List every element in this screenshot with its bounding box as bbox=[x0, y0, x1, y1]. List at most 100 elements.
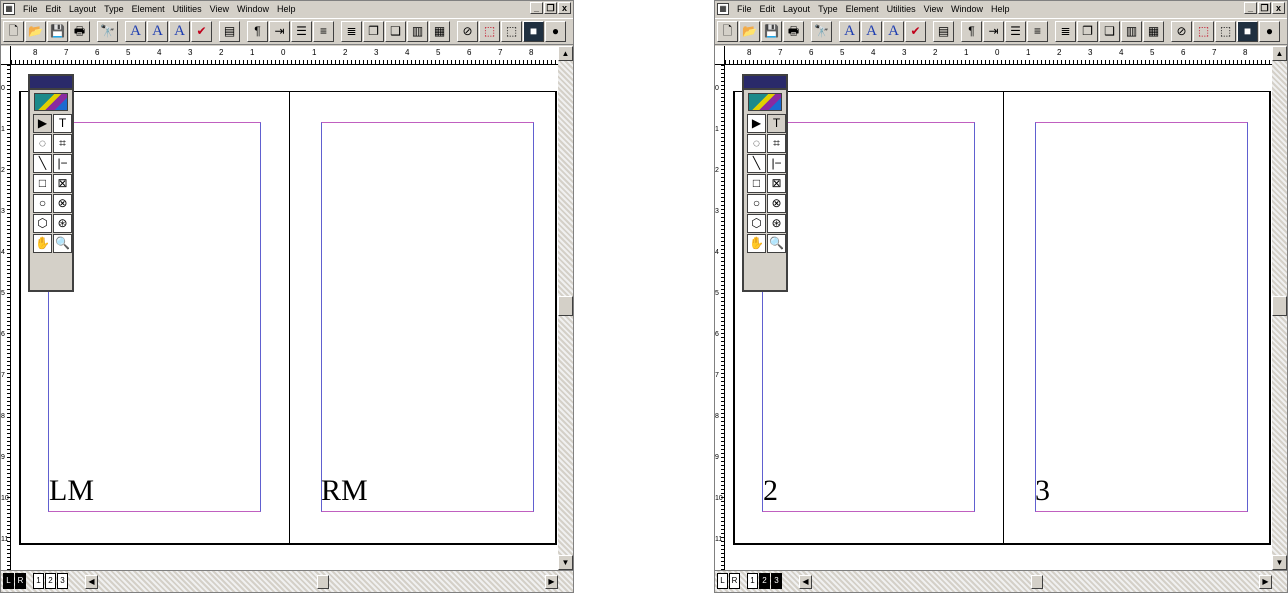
save-icon[interactable]: 💾 bbox=[761, 21, 782, 42]
font-icon[interactable]: A bbox=[839, 21, 860, 42]
polygon-icon[interactable]: ⬡ bbox=[33, 214, 52, 233]
ellipse-icon[interactable]: ○ bbox=[747, 194, 766, 213]
scroll-up-button[interactable]: ▲ bbox=[1272, 46, 1287, 61]
ellipse-icon[interactable]: ○ bbox=[33, 194, 52, 213]
vertical-scrollbar[interactable]: ▲ ▼ bbox=[558, 46, 573, 570]
pasteboard[interactable]: LM RM bbox=[11, 65, 558, 570]
place-icon[interactable]: ⬚ bbox=[1193, 21, 1214, 42]
scroll-up-button[interactable]: ▲ bbox=[558, 46, 573, 61]
frame-icon[interactable]: ▥ bbox=[407, 21, 428, 42]
menu-file[interactable]: File bbox=[733, 4, 756, 14]
ellipse-frame-icon[interactable]: ⊗ bbox=[53, 194, 72, 213]
new-icon[interactable]: 🗋 bbox=[717, 21, 738, 42]
menu-view[interactable]: View bbox=[920, 4, 947, 14]
font-up-icon[interactable]: A bbox=[147, 21, 168, 42]
page-icon[interactable]: 1 bbox=[747, 573, 758, 589]
menu-help[interactable]: Help bbox=[987, 4, 1014, 14]
menu-layout[interactable]: Layout bbox=[65, 4, 100, 14]
globe-icon[interactable]: ● bbox=[545, 21, 566, 42]
menu-help[interactable]: Help bbox=[273, 4, 300, 14]
horizontal-ruler[interactable]: 8 7 6 5 4 3 2 1 0 1 2 3 4 5 6 7 8 bbox=[11, 46, 558, 65]
master-page-icon[interactable]: R bbox=[15, 573, 26, 589]
color-palette-icon[interactable] bbox=[748, 93, 782, 111]
page-icon[interactable]: 3 bbox=[57, 573, 68, 589]
polygon-frame-icon[interactable]: ⊛ bbox=[767, 214, 786, 233]
vertical-scroll-thumb[interactable] bbox=[1272, 296, 1287, 316]
constrained-line-icon[interactable]: |− bbox=[767, 154, 786, 173]
find-icon[interactable]: 🔭 bbox=[97, 21, 118, 42]
toolbox-palette[interactable]: ▶ T ◌ ⌗ ╲ |− □ ⊠ ○ ⊗ ⬡ ⊛ ✋ 🔍 bbox=[28, 74, 74, 292]
line-icon[interactable]: ╲ bbox=[747, 154, 766, 173]
horizontal-ruler[interactable]: 8 7 6 5 4 3 2 1 0 1 2 3 4 5 6 7 8 bbox=[725, 46, 1272, 65]
ellipse-frame-icon[interactable]: ⊗ bbox=[767, 194, 786, 213]
align-left-icon[interactable]: ≡ bbox=[313, 21, 334, 42]
close-button[interactable]: x bbox=[558, 2, 571, 14]
print-icon[interactable]: 🖶 bbox=[69, 21, 90, 42]
app-icon[interactable]: ▦ bbox=[3, 3, 15, 15]
scroll-down-button[interactable]: ▼ bbox=[558, 555, 573, 570]
restore-button[interactable]: ❐ bbox=[544, 2, 557, 14]
menu-window[interactable]: Window bbox=[233, 4, 273, 14]
font-up-icon[interactable]: A bbox=[861, 21, 882, 42]
pilcrow-icon[interactable]: ¶ bbox=[961, 21, 982, 42]
color-icon[interactable]: ■ bbox=[523, 21, 544, 42]
font-icon[interactable]: A bbox=[125, 21, 146, 42]
hand-icon[interactable]: ✋ bbox=[33, 234, 52, 253]
menu-utilities[interactable]: Utilities bbox=[883, 4, 920, 14]
menu-window[interactable]: Window bbox=[947, 4, 987, 14]
master-page-icon[interactable]: R bbox=[729, 573, 740, 589]
minimize-button[interactable]: _ bbox=[530, 2, 543, 14]
ruler-origin[interactable] bbox=[1, 46, 11, 65]
scroll-right-button[interactable]: ▶ bbox=[1259, 575, 1272, 589]
align-left-icon[interactable]: ≡ bbox=[1027, 21, 1048, 42]
page-icon[interactable]: 3 bbox=[771, 573, 782, 589]
close-button[interactable]: x bbox=[1272, 2, 1285, 14]
table-icon[interactable]: ▦ bbox=[429, 21, 450, 42]
crop-icon[interactable]: ⌗ bbox=[767, 134, 786, 153]
toolbox-title-bar[interactable] bbox=[744, 76, 786, 90]
open-icon[interactable]: 📂 bbox=[739, 21, 760, 42]
app-icon[interactable]: ▦ bbox=[717, 3, 729, 15]
restore-button[interactable]: ❐ bbox=[1258, 2, 1271, 14]
text-icon[interactable]: T bbox=[53, 114, 72, 133]
ruler-origin[interactable] bbox=[715, 46, 725, 65]
color-palette-icon[interactable] bbox=[34, 93, 68, 111]
constrained-line-icon[interactable]: |− bbox=[53, 154, 72, 173]
spell-icon[interactable]: ✔ bbox=[905, 21, 926, 42]
story-icon[interactable]: ▤ bbox=[219, 21, 240, 42]
reader-icon[interactable]: ⌥ bbox=[573, 21, 574, 42]
page-icon[interactable]: 1 bbox=[33, 573, 44, 589]
menu-utilities[interactable]: Utilities bbox=[169, 4, 206, 14]
horizontal-scrollbar[interactable]: LR123 ◀ ▶ bbox=[715, 570, 1287, 592]
link-icon[interactable]: ⊘ bbox=[1171, 21, 1192, 42]
polygon-icon[interactable]: ⬡ bbox=[747, 214, 766, 233]
color-icon[interactable]: ■ bbox=[1237, 21, 1258, 42]
minimize-button[interactable]: _ bbox=[1244, 2, 1257, 14]
align-right-icon[interactable]: ≣ bbox=[341, 21, 362, 42]
menu-edit[interactable]: Edit bbox=[756, 4, 780, 14]
scroll-down-button[interactable]: ▼ bbox=[1272, 555, 1287, 570]
hand-icon[interactable]: ✋ bbox=[747, 234, 766, 253]
master-page-icon[interactable]: L bbox=[3, 573, 14, 589]
export-icon[interactable]: ⬚ bbox=[501, 21, 522, 42]
paste-icon[interactable]: ❑ bbox=[1099, 21, 1120, 42]
menu-type[interactable]: Type bbox=[100, 4, 128, 14]
master-page-icon[interactable]: L bbox=[717, 573, 728, 589]
zoom-icon[interactable]: 🔍 bbox=[767, 234, 786, 253]
rectangle-frame-icon[interactable]: ⊠ bbox=[767, 174, 786, 193]
font-down-icon[interactable]: A bbox=[883, 21, 904, 42]
rectangle-icon[interactable]: □ bbox=[33, 174, 52, 193]
polygon-frame-icon[interactable]: ⊛ bbox=[53, 214, 72, 233]
menu-element[interactable]: Element bbox=[842, 4, 883, 14]
align-right-icon[interactable]: ≣ bbox=[1055, 21, 1076, 42]
pointer-icon[interactable]: ▶ bbox=[747, 114, 766, 133]
page-icon[interactable]: 2 bbox=[45, 573, 56, 589]
scroll-left-button[interactable]: ◀ bbox=[85, 575, 98, 589]
rotate-icon[interactable]: ◌ bbox=[747, 134, 766, 153]
link-icon[interactable]: ⊘ bbox=[457, 21, 478, 42]
open-icon[interactable]: 📂 bbox=[25, 21, 46, 42]
menu-edit[interactable]: Edit bbox=[42, 4, 66, 14]
pilcrow-icon[interactable]: ¶ bbox=[247, 21, 268, 42]
rectangle-frame-icon[interactable]: ⊠ bbox=[53, 174, 72, 193]
horizontal-scroll-thumb[interactable] bbox=[317, 575, 329, 589]
